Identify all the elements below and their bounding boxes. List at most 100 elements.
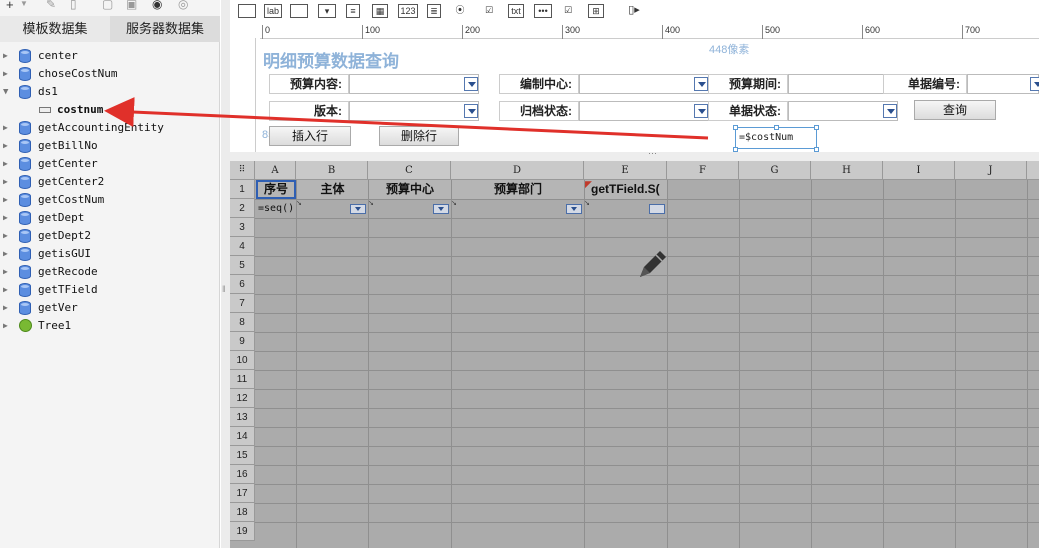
cell-a2[interactable]: =seq() <box>258 203 294 214</box>
splitter-grip-icon[interactable]: ··· <box>648 148 657 158</box>
expand-arrow-icon[interactable]: ▶ <box>3 173 8 191</box>
dropdown-icon[interactable] <box>464 77 478 91</box>
tree-item-tree1[interactable]: ▶ Tree1 <box>0 317 220 335</box>
database-icon[interactable]: ◉ <box>152 0 162 11</box>
add-icon[interactable]: + <box>6 0 14 12</box>
tree-item-getdept[interactable]: ▶ getDept <box>0 209 220 227</box>
horizontal-splitter[interactable]: ··· <box>230 148 1039 161</box>
row-header[interactable]: 4 <box>230 237 255 256</box>
row-header[interactable]: 1 <box>230 180 255 199</box>
column-header-b[interactable]: B <box>296 161 368 180</box>
row-header[interactable]: 16 <box>230 465 255 484</box>
expand-arrow-icon[interactable]: ▶ <box>3 137 8 155</box>
row-header[interactable]: 12 <box>230 389 255 408</box>
row-header[interactable]: 14 <box>230 427 255 446</box>
cost-num-widget[interactable]: =$costNum <box>735 127 817 149</box>
cell-c2-dropdown[interactable] <box>433 204 449 214</box>
column-header-f[interactable]: F <box>667 161 739 180</box>
cell-b2-dropdown[interactable] <box>350 204 366 214</box>
text-area-widget-icon[interactable]: ≣ <box>427 4 441 18</box>
row-header[interactable]: 18 <box>230 503 255 522</box>
expand-arrow-icon[interactable]: ▶ <box>3 155 8 173</box>
tree-item-getcenter2[interactable]: ▶ getCenter2 <box>0 173 220 191</box>
cell-a1-selected[interactable]: 序号 <box>256 180 296 199</box>
expand-arrow-icon[interactable]: ▶ <box>3 119 8 137</box>
expand-arrow-icon[interactable]: ▶ <box>3 65 8 83</box>
cell-e1[interactable]: getTField.S( <box>585 180 667 199</box>
column-header-i[interactable]: I <box>883 161 955 180</box>
cell-e2-widget[interactable] <box>649 204 665 214</box>
export-icon[interactable]: ▣ <box>126 0 137 11</box>
resize-handle[interactable] <box>774 125 779 130</box>
expand-arrow-icon[interactable]: ▶ <box>3 227 8 245</box>
tree-item-getbillno[interactable]: ▶ getBillNo <box>0 137 220 155</box>
row-header[interactable]: 7 <box>230 294 255 313</box>
dropdown-icon[interactable] <box>694 104 708 118</box>
tree-item-getcenter[interactable]: ▶ getCenter <box>0 155 220 173</box>
password-widget-icon[interactable]: ••• <box>534 4 552 18</box>
column-header-d[interactable]: D <box>451 161 584 180</box>
grid-widget-icon[interactable]: ▦ <box>372 4 388 18</box>
vertical-splitter[interactable]: ‖ <box>221 0 230 548</box>
dropdown-icon[interactable] <box>464 104 478 118</box>
delete-row-button[interactable]: 删除行 <box>379 126 459 146</box>
text-widget-icon[interactable]: txt <box>508 4 524 18</box>
radio-group-widget-icon[interactable]: ⦿ <box>452 4 468 18</box>
row-header[interactable]: 10 <box>230 351 255 370</box>
tree-item-costnum[interactable]: costnum <box>0 101 220 119</box>
textbox-widget-icon[interactable] <box>290 4 308 18</box>
dropdown-icon[interactable] <box>694 77 708 91</box>
org-center-select[interactable] <box>579 74 709 94</box>
tree-item-getisgui[interactable]: ▶ getisGUI <box>0 245 220 263</box>
column-header-e[interactable]: E <box>584 161 667 180</box>
collapse-arrow-icon[interactable]: ▼ <box>3 83 8 101</box>
expand-arrow-icon[interactable]: ▶ <box>3 281 8 299</box>
combobox-widget-icon[interactable]: ▾ <box>318 4 336 18</box>
row-header[interactable]: 5 <box>230 256 255 275</box>
query-button[interactable]: 查询 <box>914 100 996 120</box>
version-select[interactable] <box>349 101 479 121</box>
checkbox-group-widget-icon[interactable]: ☑ <box>481 4 497 18</box>
database-settings-icon[interactable]: ◎ <box>178 0 188 11</box>
dropdown-icon[interactable] <box>883 104 897 118</box>
tab-template-datasets[interactable]: 模板数据集 <box>0 16 110 42</box>
row-header[interactable]: 3 <box>230 218 255 237</box>
tree-item-getrecode[interactable]: ▶ getRecode <box>0 263 220 281</box>
cell-c1[interactable]: 预算中心 <box>369 180 451 199</box>
button-widget-icon[interactable] <box>238 4 256 18</box>
resize-handle[interactable] <box>814 125 819 130</box>
tree-item-getdept2[interactable]: ▶ getDept2 <box>0 227 220 245</box>
checkbox-widget-icon[interactable]: ☑ <box>560 4 576 18</box>
row-header[interactable]: 11 <box>230 370 255 389</box>
row-header[interactable]: 9 <box>230 332 255 351</box>
tree-item-getver[interactable]: ▶ getVer <box>0 299 220 317</box>
column-header-a[interactable]: A <box>255 161 296 180</box>
row-header[interactable]: 19 <box>230 522 255 541</box>
delete-icon[interactable]: ▯ <box>70 0 77 11</box>
row-header[interactable]: 15 <box>230 446 255 465</box>
column-header-more[interactable] <box>1027 161 1039 180</box>
dropdown-caret-icon[interactable]: ▼ <box>20 0 28 8</box>
label-widget-icon[interactable]: lab <box>264 4 282 18</box>
form-title[interactable]: 明细预算数据查询 <box>263 47 399 72</box>
number-widget-icon[interactable]: 123 <box>398 4 418 18</box>
expand-arrow-icon[interactable]: ▶ <box>3 47 8 65</box>
row-header[interactable]: 8 <box>230 313 255 332</box>
column-header-h[interactable]: H <box>811 161 883 180</box>
expand-arrow-icon[interactable]: ▶ <box>3 299 8 317</box>
tree-item-ds1[interactable]: ▼ ds1 <box>0 83 220 101</box>
tree-item-center[interactable]: ▶ center <box>0 47 220 65</box>
column-header-j[interactable]: J <box>955 161 1027 180</box>
tree-item-gettfield[interactable]: ▶ getTField <box>0 281 220 299</box>
expand-arrow-icon[interactable]: ▶ <box>3 245 8 263</box>
row-header[interactable]: 2 <box>230 199 255 218</box>
expand-arrow-icon[interactable]: ▶ <box>3 263 8 281</box>
doc-number-select[interactable] <box>967 74 1039 94</box>
more-widgets-icon[interactable]: ▯▸ <box>624 4 644 18</box>
expand-arrow-icon[interactable]: ▶ <box>3 191 8 209</box>
row-header[interactable]: 6 <box>230 275 255 294</box>
tree-widget-icon[interactable]: ⊞ <box>588 4 604 18</box>
budget-period-select[interactable] <box>788 74 898 94</box>
insert-row-button[interactable]: 插入行 <box>269 126 351 146</box>
date-widget-icon[interactable]: ≡ <box>346 4 360 18</box>
